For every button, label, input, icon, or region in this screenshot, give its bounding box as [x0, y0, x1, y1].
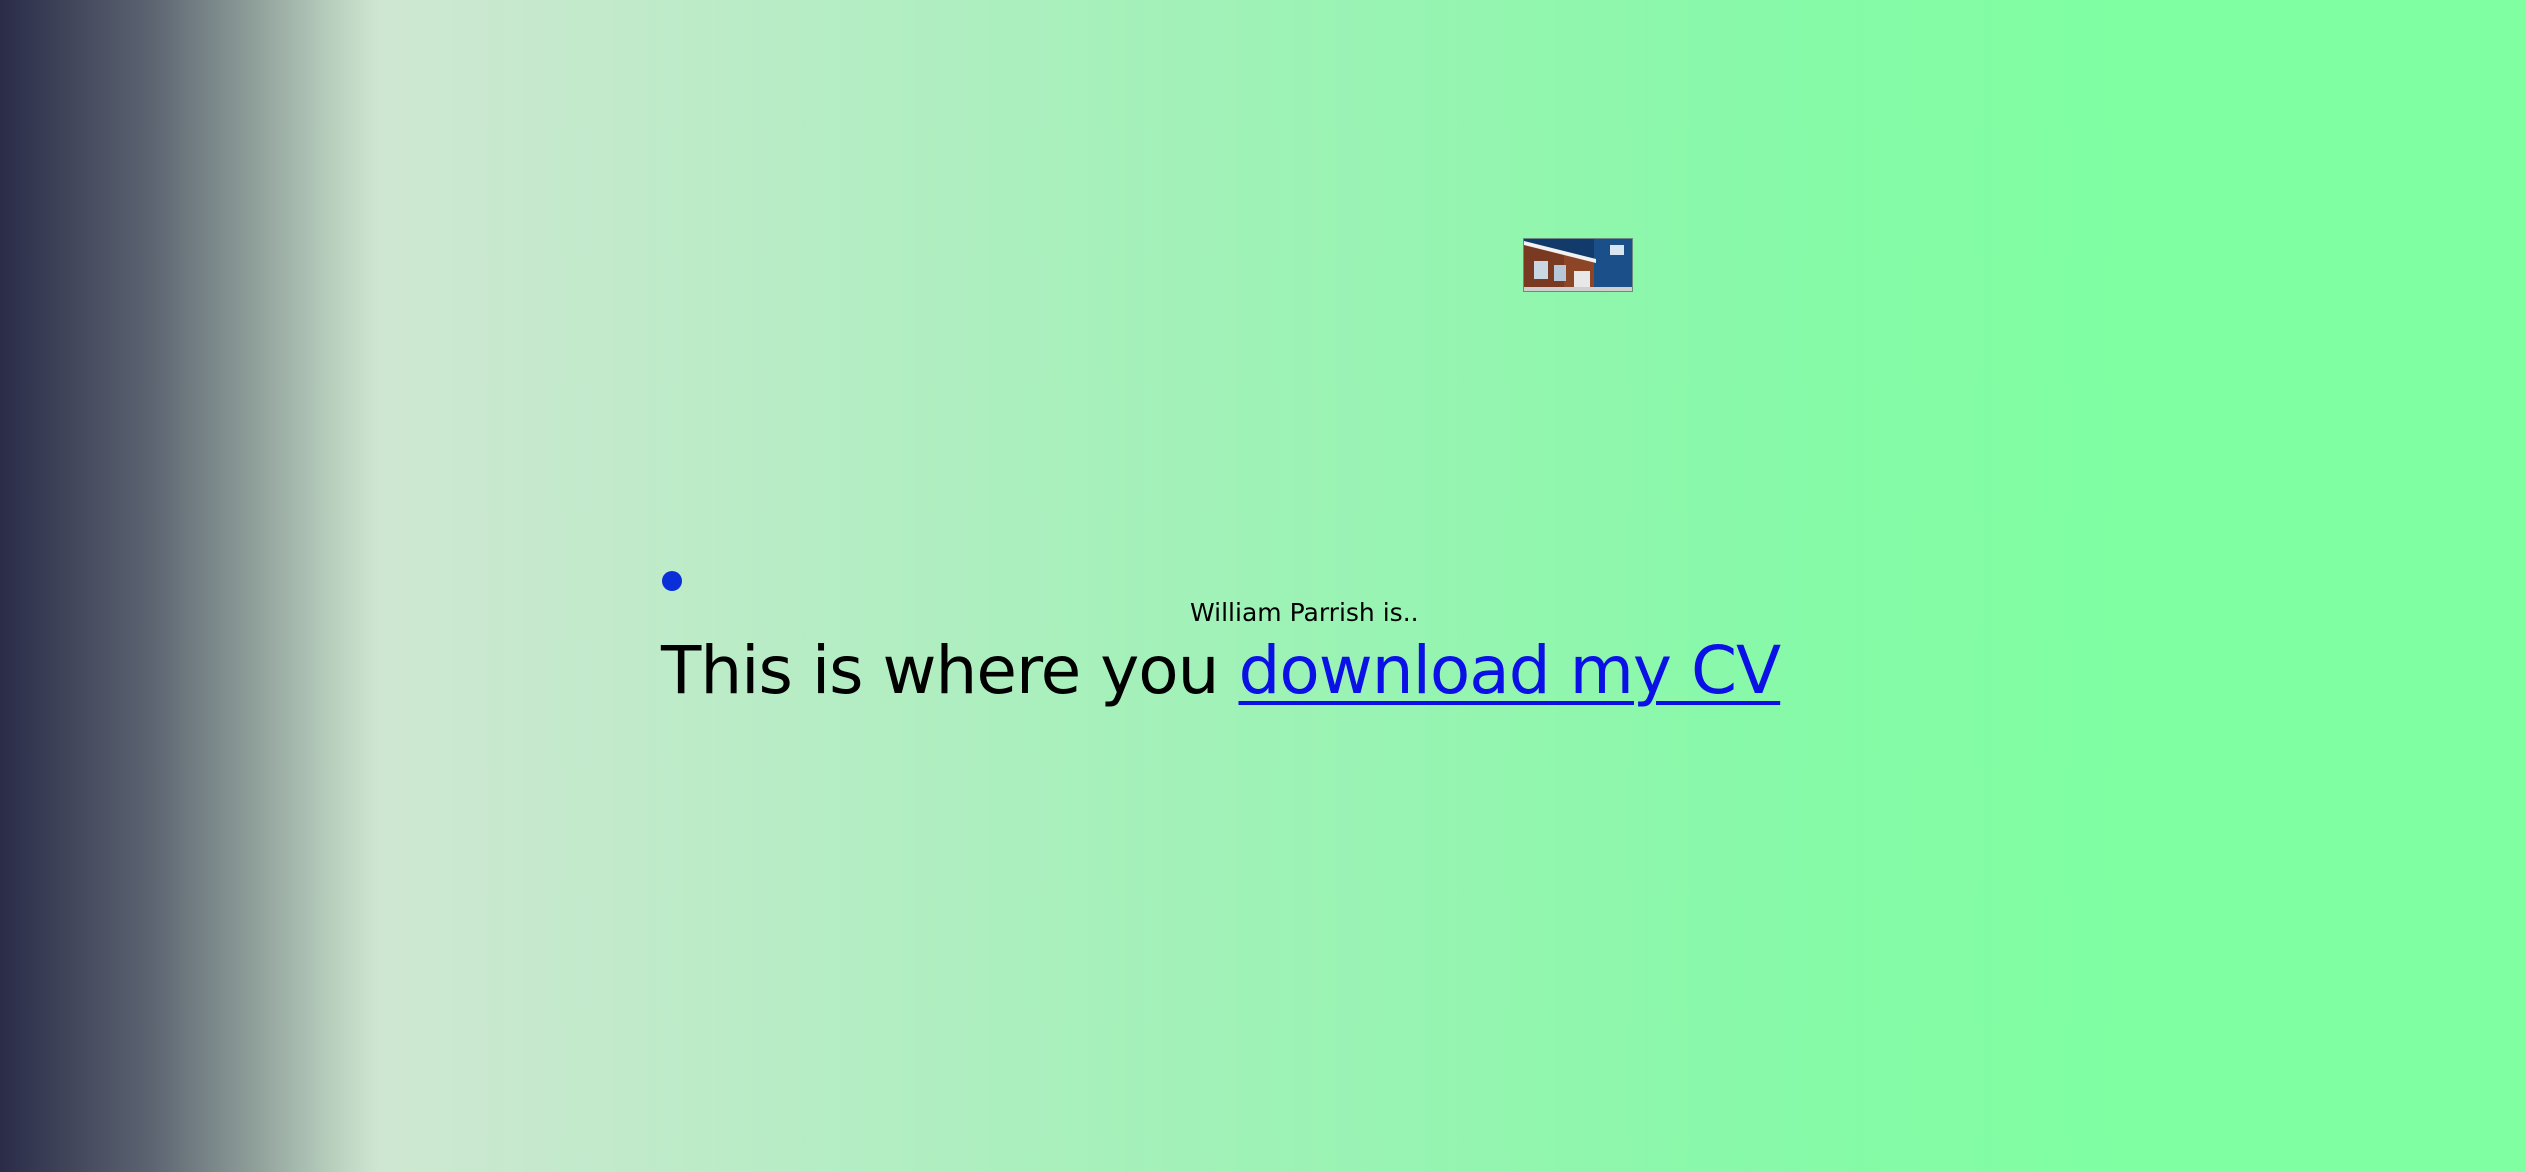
hero-headline-text: This is where you — [661, 632, 1220, 709]
hero-headline: This is where you download my CV — [661, 626, 1961, 716]
building-photo-icon — [1524, 239, 1632, 291]
download-cv-link[interactable]: download my CV — [1239, 632, 1782, 709]
building-thumbnail-image — [1523, 238, 1633, 292]
hero-subtitle: William Parrish is.. — [1190, 598, 1419, 627]
page: { "hero": { "subtitle": "William Parrish… — [0, 0, 2526, 1172]
accent-dot — [662, 571, 682, 591]
